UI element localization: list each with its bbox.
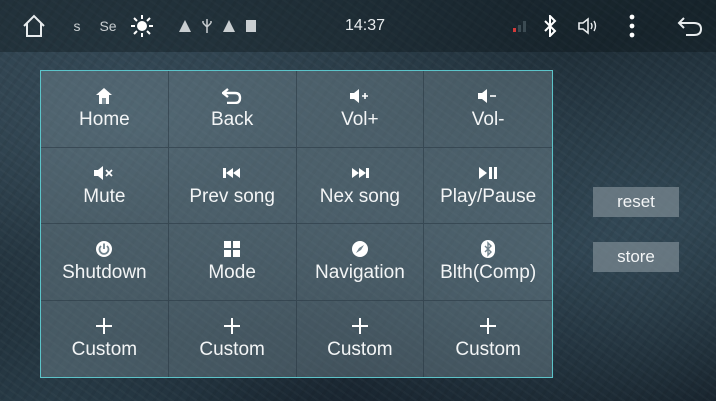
clock: 14:37 [344,17,386,34]
key-bluetooth[interactable]: Blth(Comp) [424,224,552,301]
plus-icon [349,316,371,336]
key-label: Nex song [319,185,401,207]
key-label: Blth(Comp) [440,262,537,284]
key-custom-4[interactable]: Custom [424,301,552,378]
reset-button[interactable]: reset [593,187,679,217]
signal-icon [508,0,532,52]
status-text-s: s [73,18,81,34]
warning-icon-2 [220,0,238,52]
key-label: Vol+ [341,109,379,131]
next-track-icon [349,163,371,183]
volume-icon[interactable] [574,0,604,52]
store-button[interactable]: store [593,242,679,272]
key-next-song[interactable]: Nex song [296,147,425,224]
mode-grid-icon [221,239,243,259]
back-arrow-icon[interactable] [672,0,708,52]
key-shutdown[interactable]: Shutdown [41,224,169,301]
previous-track-icon [221,163,243,183]
key-label: Custom [199,339,265,361]
home-icon [93,86,115,106]
bluetooth-icon [477,239,499,259]
warning-icon [176,0,194,52]
key-custom-2[interactable]: Custom [169,300,297,377]
key-vol-down[interactable]: Vol- [424,71,552,148]
sd-card-icon [242,0,260,52]
key-play-pause[interactable]: Play/Pause [424,148,552,224]
key-back[interactable]: Back [168,71,297,148]
key-prev-song[interactable]: Prev song [168,147,297,224]
key-home[interactable]: Home [41,71,169,148]
status-bar: s Se 14:37 [0,0,716,52]
key-label: Mute [83,185,126,207]
key-label: Custom [327,339,393,361]
compass-icon [349,239,371,259]
status-text-se: Se [99,18,117,34]
more-menu-icon[interactable] [622,0,642,52]
brightness-icon [124,0,160,52]
key-label: Home [79,109,130,131]
key-label: Custom [455,339,521,361]
key-custom-3[interactable]: Custom [297,300,425,377]
key-label: Play/Pause [440,185,537,207]
back-icon [221,86,243,106]
key-custom-1[interactable]: Custom [41,300,169,377]
steering-key-grid: Home Back Vol+ Vol- Mute Prev song Nex s… [40,70,553,378]
plus-icon [477,316,499,336]
home-icon[interactable] [14,0,54,52]
key-vol-up[interactable]: Vol+ [296,71,425,148]
key-label: Vol- [471,109,505,131]
volume-down-icon [477,86,499,106]
key-navigation[interactable]: Navigation [296,224,425,301]
plus-icon [93,316,115,336]
key-mute[interactable]: Mute [41,147,169,224]
volume-up-icon [349,86,371,106]
key-mode[interactable]: Mode [168,224,297,301]
usb-icon [198,0,216,52]
plus-icon [221,316,243,336]
play-pause-icon [477,163,499,183]
mute-icon [93,163,115,183]
key-label: Shutdown [62,262,147,284]
key-label: Navigation [314,262,405,284]
key-label: Mode [208,262,256,284]
key-label: Custom [71,339,138,361]
key-label: Prev song [189,185,275,207]
key-label: Back [211,109,254,131]
power-icon [93,239,115,259]
bluetooth-icon[interactable] [538,0,562,52]
